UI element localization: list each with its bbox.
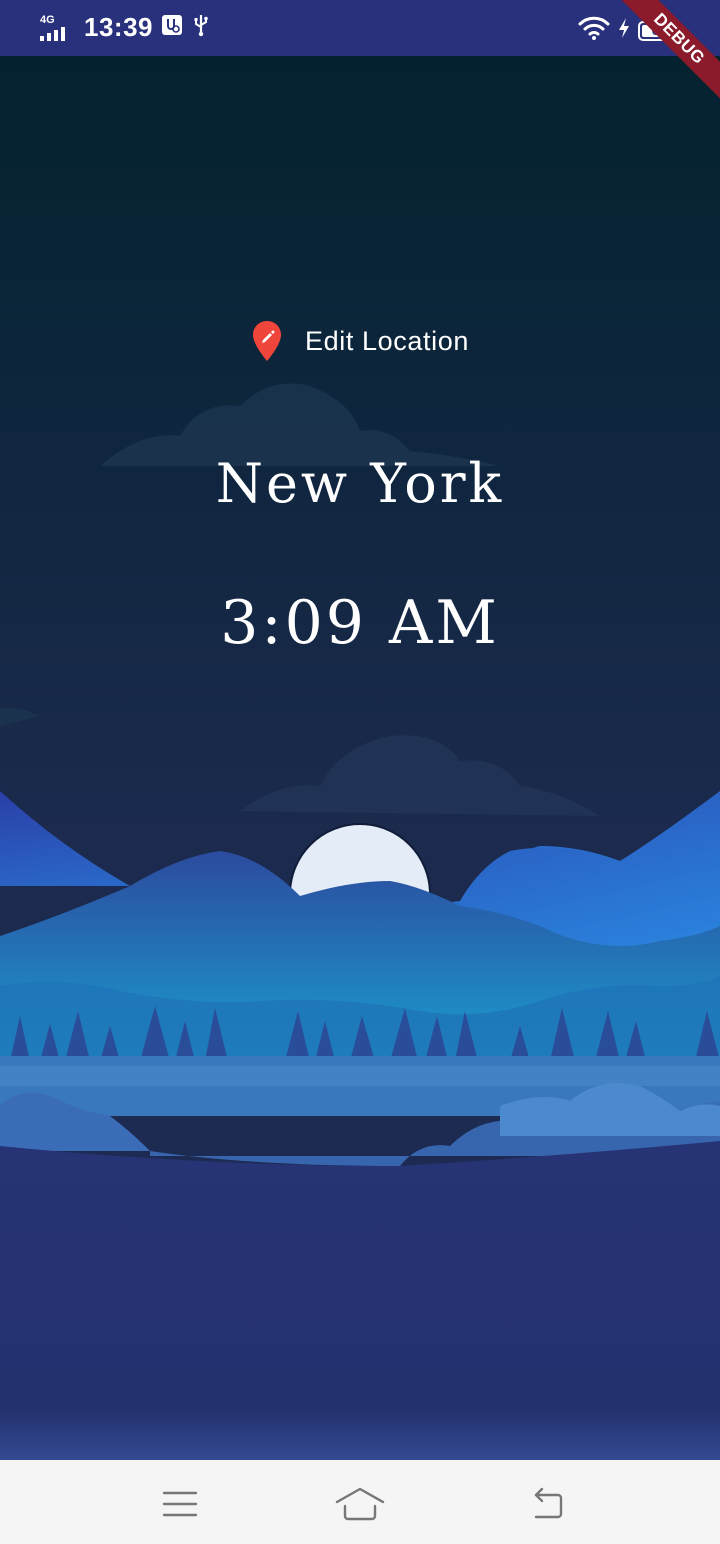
back-button[interactable] (518, 1482, 578, 1526)
status-right: 67 (578, 16, 683, 45)
location-name: New York (215, 452, 505, 515)
edit-location-button[interactable]: Edit Location (0, 320, 720, 362)
status-left: 4G 13:39 (40, 12, 211, 43)
home-icon (335, 1487, 385, 1521)
edit-location-label: Edit Location (305, 325, 469, 356)
battery-icon: 67 (638, 20, 683, 41)
local-time: 3:09 AM (220, 588, 500, 658)
status-bar: 4G 13:39 67 (0, 0, 720, 56)
back-icon (534, 1487, 563, 1519)
signal-icon (40, 26, 65, 41)
landscape-illustration (0, 56, 720, 1460)
usb-debug-icon (161, 14, 183, 41)
status-time: 13:39 (84, 12, 153, 42)
wifi-icon (578, 16, 610, 45)
home-button[interactable] (330, 1482, 390, 1526)
usb-icon (191, 13, 211, 42)
edit-location-icon (253, 321, 282, 361)
network-type: 4G (40, 13, 55, 26)
charging-icon (618, 17, 630, 44)
signal-indicator: 4G (40, 13, 70, 41)
menu-button[interactable] (150, 1482, 210, 1526)
navigation-bar (0, 1460, 720, 1544)
battery-percent: 67 (651, 22, 667, 38)
night-background-image (0, 56, 720, 1460)
menu-icon (162, 1491, 198, 1517)
